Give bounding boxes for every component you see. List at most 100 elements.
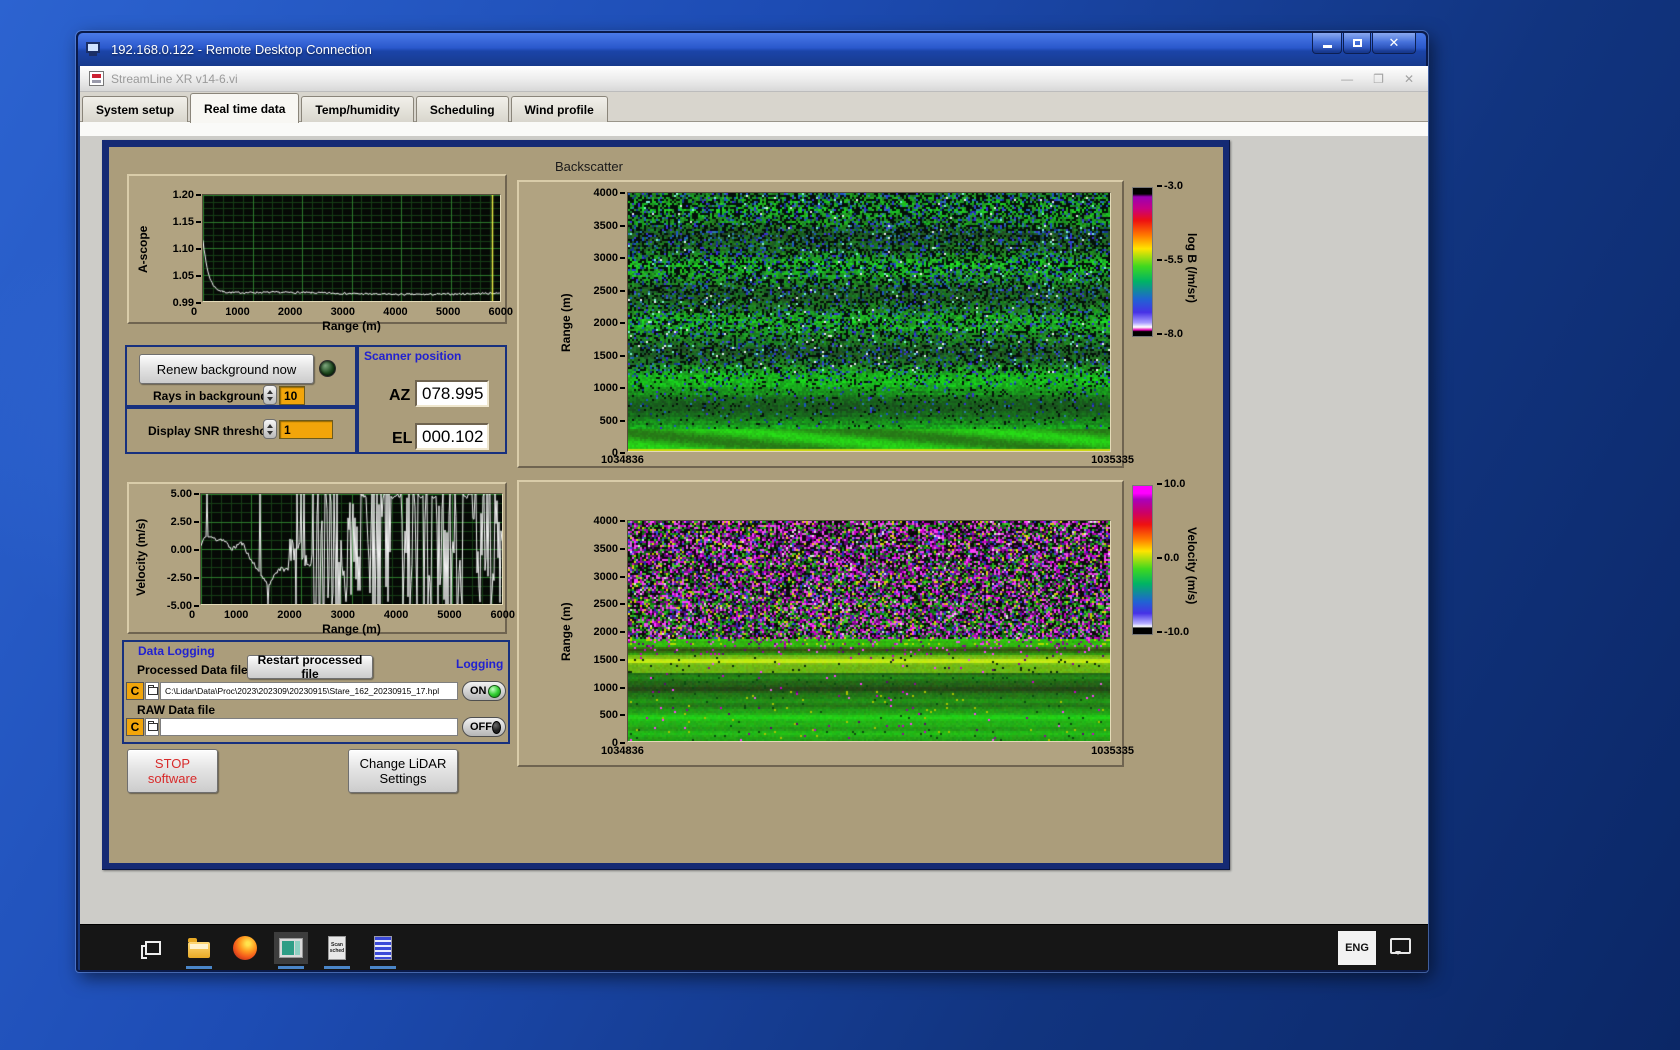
processed-data-file-label: Processed Data file xyxy=(137,663,248,677)
tick-label: -8.0 xyxy=(1157,328,1183,340)
tick-label: 1000 xyxy=(594,382,625,394)
minimize-button[interactable] xyxy=(1312,33,1342,54)
processed-path-field[interactable]: C:\Lidar\Data\Proc\2023\202309\20230915\… xyxy=(160,682,458,700)
backscatter-canvas xyxy=(628,193,1110,451)
raw-browse-icon[interactable] xyxy=(145,718,159,736)
tab-temp-humidity[interactable]: Temp/humidity xyxy=(301,96,414,122)
ascope-x-ticks: 0 1000 2000 3000 4000 5000 6000 xyxy=(191,306,513,318)
processed-logging-toggle[interactable]: ON xyxy=(462,681,506,701)
tick-label: 10.0 xyxy=(1157,478,1185,490)
snr-value-field[interactable]: 1 xyxy=(279,420,333,439)
maximize-button[interactable] xyxy=(1343,33,1371,54)
close-button[interactable]: ✕ xyxy=(1372,33,1416,54)
backscatter-x-start: 1034836 xyxy=(601,454,644,466)
backscatter-colorbar xyxy=(1132,187,1153,337)
el-label: EL xyxy=(392,430,413,447)
tick-label: -3.0 xyxy=(1157,180,1183,192)
doppler-x-end: 1035335 xyxy=(1091,745,1134,757)
raw-path-field[interactable] xyxy=(160,718,458,736)
tick-label: 1500 xyxy=(594,350,625,362)
backscatter-title: Backscatter xyxy=(555,159,623,174)
app-titlebar[interactable]: StreamLine XR v14-6.vi — ❐ ✕ xyxy=(80,66,1428,92)
terminal-app-icon xyxy=(374,936,392,960)
tick-label: 5.00 xyxy=(171,488,199,500)
front-panel-frame: A-scope 1.20 1.15 1.10 1.05 0.99 0 1000 2000 30… xyxy=(102,140,1230,870)
app-minimize-icon[interactable]: — xyxy=(1341,72,1353,86)
file-explorer-icon xyxy=(188,938,210,958)
velocity-x-ticks: 0 1000 2000 3000 4000 5000 6000 xyxy=(189,609,515,621)
language-indicator[interactable]: ENG xyxy=(1338,931,1376,965)
doppler-x-labels: 1034836 1035335 xyxy=(601,745,1134,757)
rdp-title: 192.168.0.122 - Remote Desktop Connectio… xyxy=(111,42,372,57)
rdp-window: 192.168.0.122 - Remote Desktop Connectio… xyxy=(76,31,1428,972)
tab-wind-profile[interactable]: Wind profile xyxy=(510,96,608,122)
tick-label: 1500 xyxy=(594,654,625,666)
doppler-x-start: 1034836 xyxy=(601,745,644,757)
active-app-open-indicator xyxy=(278,966,304,969)
app-restore-icon[interactable]: ❐ xyxy=(1373,72,1384,86)
snr-threshold-label: Display SNR threshold xyxy=(148,424,278,438)
tick-label: 1.10 xyxy=(173,243,201,255)
velocity-x-axis-label: Range (m) xyxy=(322,622,381,636)
tick-label: 1.15 xyxy=(173,216,201,228)
doppler-graph-panel: Range (m) 4000 3500 3000 2500 2000 1500 1000 50… xyxy=(517,480,1134,767)
tab-real-time-data[interactable]: Real time data xyxy=(190,93,300,123)
processed-toggle-label: ON xyxy=(470,685,487,697)
az-value-display: 078.995 xyxy=(415,380,489,407)
file-explorer-open-indicator xyxy=(186,966,212,969)
app-close-icon[interactable]: ✕ xyxy=(1404,72,1414,86)
tick-label: 4000 xyxy=(594,515,625,527)
ascope-y-ticks: 1.20 1.15 1.10 1.05 0.99 xyxy=(155,189,201,309)
change-lidar-settings-button[interactable]: Change LiDAR Settings xyxy=(348,749,458,793)
velocity-y-axis-label: Velocity (m/s) xyxy=(134,518,148,596)
tick-label: 3000 xyxy=(594,252,625,264)
task-view-button[interactable] xyxy=(136,932,170,964)
raw-logging-toggle[interactable]: OFF xyxy=(462,717,506,737)
maximize-icon xyxy=(1352,39,1362,47)
minimize-icon xyxy=(1322,45,1332,48)
restart-processed-file-button[interactable]: Restart processed file xyxy=(247,653,373,681)
tick-label: 6000 xyxy=(490,609,515,621)
change-settings-line1: Change LiDAR xyxy=(359,756,447,771)
file-explorer-button[interactable] xyxy=(182,932,216,964)
rays-spinner[interactable] xyxy=(263,385,277,405)
renew-background-button[interactable]: Renew background now xyxy=(139,354,314,384)
tab-scheduling[interactable]: Scheduling xyxy=(415,96,509,122)
tick-label: 3000 xyxy=(594,571,625,583)
raw-drive-selector[interactable]: C xyxy=(126,718,144,736)
tick-label: 1000 xyxy=(594,682,625,694)
tab-system-setup[interactable]: System setup xyxy=(82,96,189,122)
velocity-y-ticks: 5.00 2.50 0.00 -2.50 -5.00 xyxy=(151,488,199,612)
tick-label: 2000 xyxy=(594,317,625,329)
feedback-chat-icon[interactable] xyxy=(1390,938,1411,955)
raw-data-file-label: RAW Data file xyxy=(137,703,216,717)
rays-value-field[interactable]: 10 xyxy=(279,386,305,405)
snr-spinner[interactable] xyxy=(263,419,277,439)
tab-bar: System setup Real time data Temp/humidity S… xyxy=(80,92,1428,123)
active-app-icon xyxy=(279,938,303,958)
logging-label: Logging xyxy=(456,657,504,671)
firefox-button[interactable] xyxy=(228,932,262,964)
terminal-app-button[interactable] xyxy=(366,932,400,964)
rdp-titlebar[interactable]: 192.168.0.122 - Remote Desktop Connectio… xyxy=(78,33,1426,66)
tick-label: 3500 xyxy=(594,220,625,232)
backscatter-y-axis-label: Range (m) xyxy=(559,293,573,353)
raw-toggle-led-off xyxy=(492,720,501,734)
tick-label: 5000 xyxy=(435,306,461,318)
backscatter-graph-panel: Range (m) 4000 3500 3000 2500 2000 1500 1000 50… xyxy=(517,180,1134,468)
background-group: Renew background now Rays in background … xyxy=(125,345,357,407)
tick-label: 2500 xyxy=(594,285,625,297)
processed-browse-icon[interactable] xyxy=(145,682,159,700)
scan-scheduler-button[interactable]: Scan sched xyxy=(320,932,354,964)
tick-label: 2.50 xyxy=(171,516,199,528)
scan-scheduler-icon: Scan sched xyxy=(328,936,346,960)
tick-label: 4000 xyxy=(383,306,408,318)
stop-software-button[interactable]: STOP software xyxy=(127,749,218,793)
processed-drive-selector[interactable]: C xyxy=(126,682,144,700)
active-app-button[interactable] xyxy=(274,932,308,964)
labview-vi-icon xyxy=(89,71,104,86)
tick-label: 0.00 xyxy=(171,544,199,556)
panel-top-strip xyxy=(80,122,1428,136)
tick-label: 5000 xyxy=(437,609,462,621)
data-logging-title: Data Logging xyxy=(138,644,215,658)
